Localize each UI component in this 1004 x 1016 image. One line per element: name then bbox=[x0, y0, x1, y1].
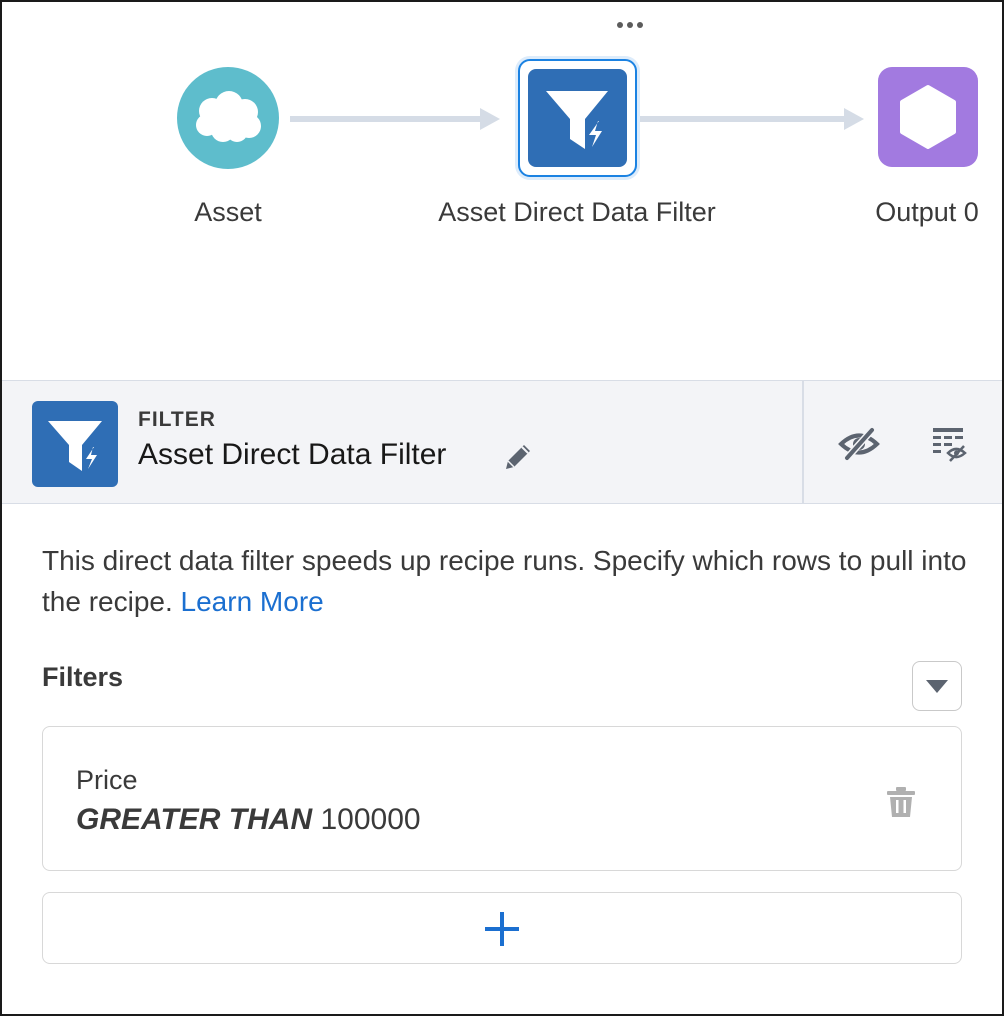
filter-operator: GREATER THAN bbox=[76, 803, 313, 836]
asset-node[interactable] bbox=[177, 67, 279, 169]
asset-direct-data-filter-node[interactable] bbox=[518, 59, 637, 177]
pencil-edit-icon[interactable] bbox=[500, 439, 536, 475]
output-node[interactable] bbox=[878, 67, 978, 167]
more-actions-icon[interactable] bbox=[610, 18, 650, 32]
node-panel-header: FILTER Asset Direct Data Filter bbox=[2, 380, 1002, 504]
filter-node-label: Asset Direct Data Filter bbox=[438, 197, 716, 227]
output-node-label: Output 0 bbox=[875, 197, 979, 227]
connector-filter-to-output bbox=[640, 108, 864, 130]
learn-more-link[interactable]: Learn More bbox=[181, 586, 324, 617]
filters-heading: Filters bbox=[42, 662, 124, 692]
connector-asset-to-filter bbox=[290, 108, 500, 130]
node-type-label: FILTER bbox=[138, 408, 216, 431]
filter-field-name: Price bbox=[76, 765, 138, 795]
filter-condition-text: GREATER THAN 100000 bbox=[76, 803, 421, 837]
header-divider bbox=[802, 381, 804, 503]
salesforce-cloud-icon bbox=[196, 91, 261, 142]
node-title: Asset Direct Data Filter bbox=[138, 438, 447, 471]
filter-icon bbox=[48, 421, 102, 473]
asset-node-label: Asset bbox=[194, 197, 262, 227]
filter-description: This direct data filter speeds up recipe… bbox=[42, 540, 972, 622]
filters-dropdown-button[interactable] bbox=[912, 661, 962, 711]
hexagon-icon bbox=[900, 85, 956, 149]
caret-down-icon bbox=[926, 680, 948, 693]
filter-icon bbox=[546, 91, 608, 151]
delete-trash-icon[interactable] bbox=[885, 785, 917, 819]
recipe-editor-window: Asset Asset Direct Data Filter Output 0 bbox=[0, 0, 1004, 1016]
hide-preview-eye-slash-icon[interactable] bbox=[838, 427, 880, 461]
recipe-canvas[interactable]: Asset Asset Direct Data Filter Output 0 bbox=[2, 2, 1002, 380]
plus-icon bbox=[485, 912, 519, 946]
filter-node-tile bbox=[528, 69, 627, 167]
filter-condition-card[interactable]: Price GREATER THAN 100000 bbox=[42, 726, 962, 871]
add-filter-button[interactable] bbox=[42, 892, 962, 964]
column-preview-icon[interactable] bbox=[930, 425, 968, 463]
panel-filter-icon-tile bbox=[32, 401, 118, 487]
filter-value: 100000 bbox=[320, 803, 421, 836]
